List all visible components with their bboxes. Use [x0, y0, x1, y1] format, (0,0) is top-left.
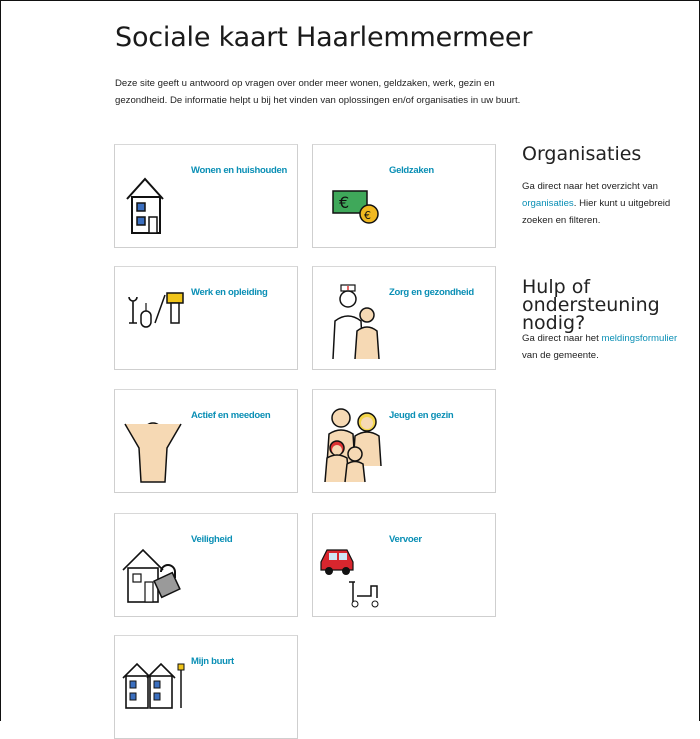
- care-icon: [332, 284, 380, 360]
- tile-actief[interactable]: Actief en meedoen: [114, 389, 298, 493]
- hulp-text: Ga direct naar het meldingsformulier van …: [522, 333, 678, 361]
- car-scooter-icon: [320, 549, 379, 608]
- tile-zorg[interactable]: Zorg en gezondheid: [312, 266, 496, 370]
- organisaties-heading: Organisaties: [522, 143, 642, 165]
- money-icon: € €: [332, 190, 379, 224]
- tile-label[interactable]: Vervoer: [389, 534, 422, 545]
- tile-label[interactable]: Actief en meedoen: [191, 410, 271, 421]
- tile-wonen[interactable]: Wonen en huishouden: [114, 144, 298, 248]
- tile-label[interactable]: Jeugd en gezin: [389, 410, 454, 421]
- svg-text:€: €: [339, 193, 349, 212]
- tile-veiligheid[interactable]: Veiligheid: [114, 513, 298, 617]
- tile-label[interactable]: Werk en opleiding: [191, 287, 268, 298]
- svg-text:€: €: [364, 209, 371, 222]
- tile-label[interactable]: Zorg en gezondheid: [389, 287, 474, 298]
- tile-jeugd[interactable]: Jeugd en gezin: [312, 389, 496, 493]
- organisaties-text: Ga direct naar het overzicht van organis…: [522, 181, 671, 226]
- family-icon: [324, 408, 382, 483]
- tile-label[interactable]: Wonen en huishouden: [191, 165, 287, 176]
- organisaties-link[interactable]: organisaties: [522, 198, 574, 209]
- house-icon: [126, 177, 164, 234]
- tools-icon: [128, 292, 184, 328]
- tile-geldzaken[interactable]: Geldzaken € €: [312, 144, 496, 248]
- neighbourhood-icon: [122, 662, 185, 709]
- intro-text: Deze site geeft u antwoord op vragen ove…: [115, 78, 521, 106]
- tile-label[interactable]: Veiligheid: [191, 534, 233, 545]
- page-title: Sociale kaart Haarlemmermeer: [115, 22, 533, 53]
- house-lock-icon: [122, 548, 181, 603]
- tile-vervoer[interactable]: Vervoer: [312, 513, 496, 617]
- tile-mijn-buurt[interactable]: Mijn buurt: [114, 635, 298, 739]
- tile-label[interactable]: Mijn buurt: [191, 656, 234, 667]
- hulp-heading: Hulp of ondersteuning nodig?: [522, 276, 660, 334]
- tile-werk[interactable]: Werk en opleiding: [114, 266, 298, 370]
- cheering-person-icon: [124, 422, 182, 483]
- meldingsformulier-link[interactable]: meldingsformulier: [601, 333, 677, 344]
- tile-label[interactable]: Geldzaken: [389, 165, 434, 176]
